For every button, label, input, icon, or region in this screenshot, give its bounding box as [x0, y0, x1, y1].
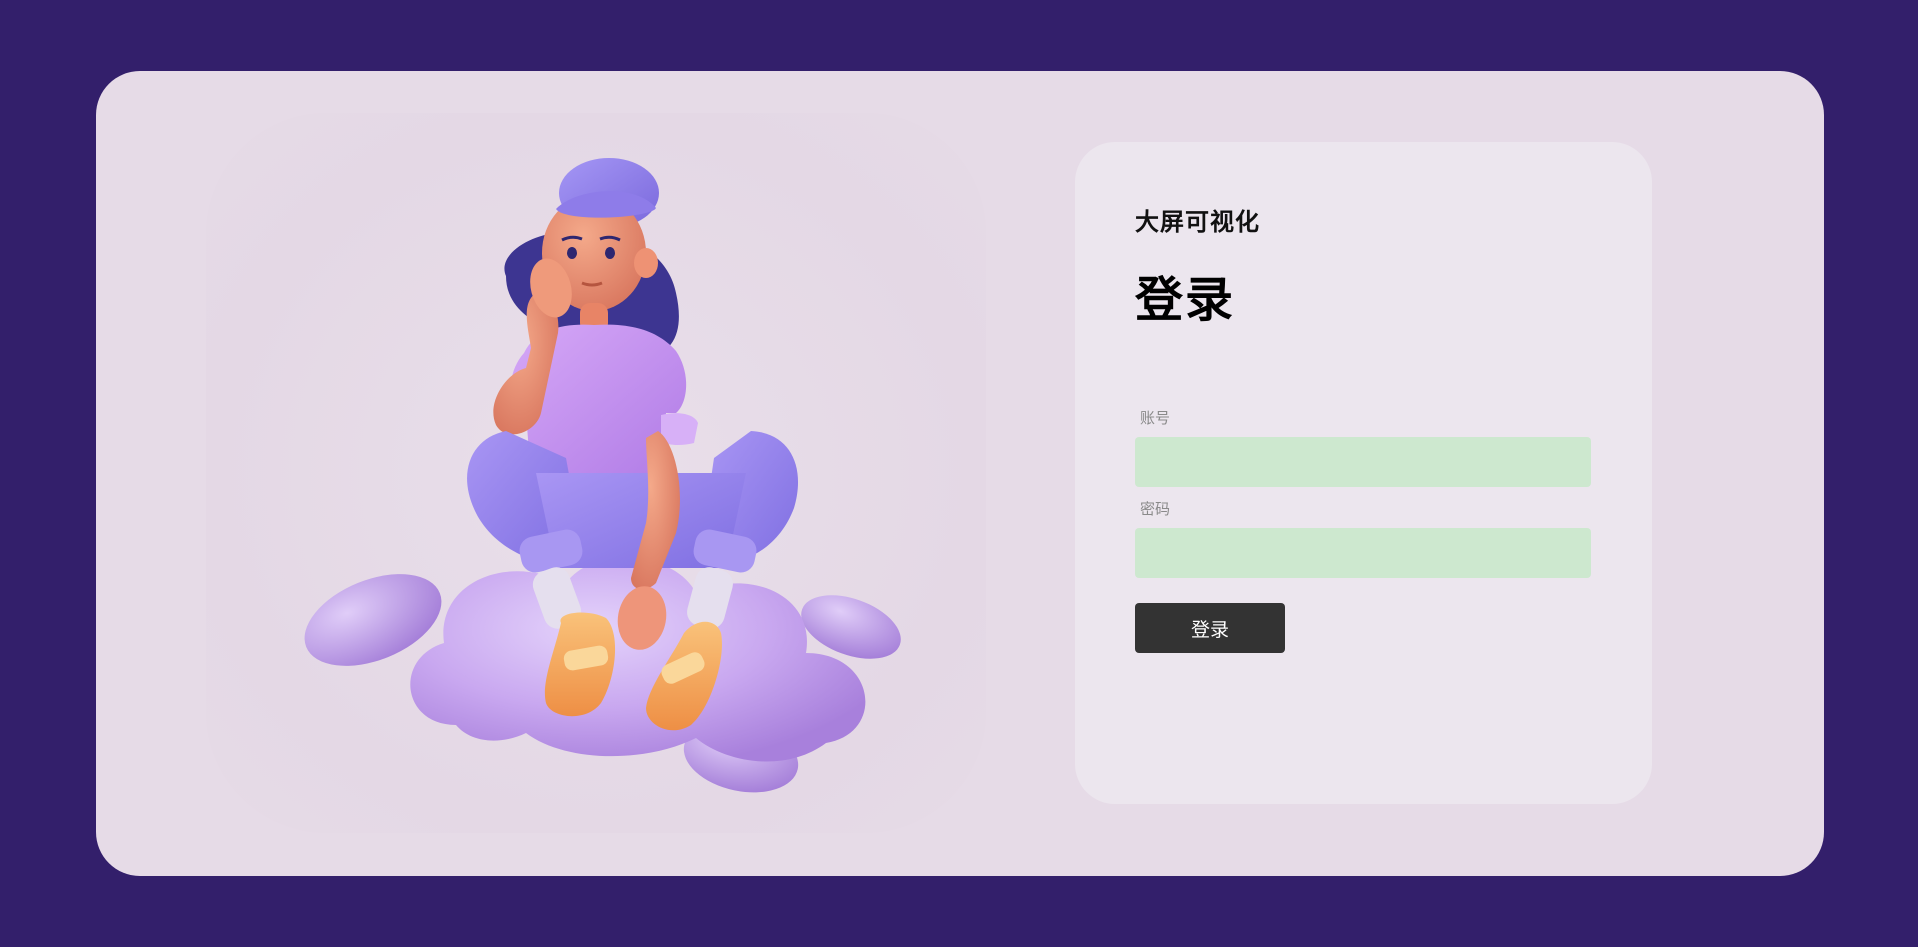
login-form-panel: 大屏可视化 登录 账号 密码 登录 [1075, 142, 1652, 804]
password-input[interactable] [1135, 528, 1591, 578]
girl-on-cloud-illustration [304, 158, 901, 793]
illustration-panel [206, 113, 986, 833]
app-title: 大屏可视化 [1135, 208, 1260, 236]
account-label: 账号 [1140, 409, 1171, 427]
login-heading: 登录 [1135, 272, 1236, 328]
password-label: 密码 [1140, 500, 1171, 518]
login-card: 大屏可视化 登录 账号 密码 登录 [96, 71, 1824, 876]
login-page: 大屏可视化 登录 账号 密码 登录 [0, 0, 1918, 947]
account-input[interactable] [1135, 437, 1591, 487]
login-button[interactable]: 登录 [1135, 603, 1285, 653]
